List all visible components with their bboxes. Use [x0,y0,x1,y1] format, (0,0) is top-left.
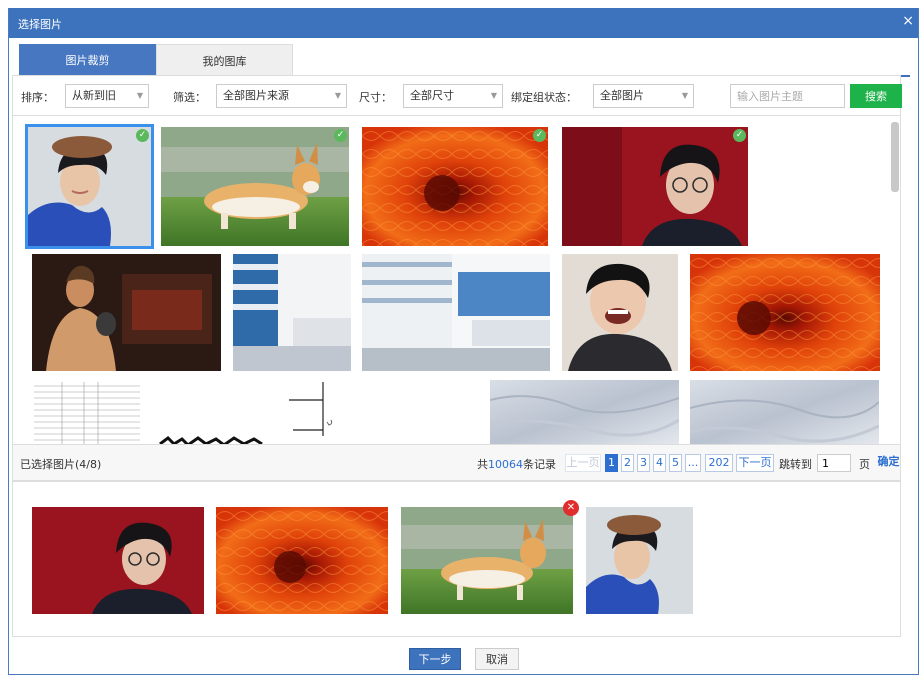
image-corgi [401,507,573,614]
image-line-drawing [285,380,335,444]
selected-image[interactable]: ✕ [401,500,579,614]
search-button[interactable]: 搜索 [850,84,902,108]
gallery-item[interactable] [490,380,679,444]
selected-count: 已选择图片(4/8) [20,458,102,471]
sort-select-value: 从新到旧 [72,89,116,102]
selected-image[interactable] [216,507,388,614]
size-select[interactable]: 全部尺寸 ▼ [403,84,503,108]
tab-bar: 图片裁剪 我的图库 [19,44,910,77]
image-portrait-beret [586,507,693,614]
pagination-bar: 已选择图片(4/8) 共10064条记录 上一页 1 2 3 4 5 ... 2… [12,445,901,481]
page-button[interactable]: 3 [637,454,650,472]
scrollbar-thumb[interactable] [891,122,899,192]
search-input[interactable] [730,84,845,108]
gallery-scrollbar[interactable] [891,122,899,440]
bind-status-label: 绑定组状态： [511,91,577,104]
source-filter-value: 全部图片来源 [223,89,289,102]
selected-images-panel: ✕ [12,481,901,637]
source-filter-select[interactable]: 全部图片来源 ▼ [216,84,347,108]
gallery-item[interactable] [690,254,880,371]
gallery-item[interactable] [158,436,268,444]
chevron-down-icon: ▼ [334,91,341,100]
filter-label: 筛选： [173,91,206,104]
gallery-item[interactable] [32,380,142,444]
image-chrysanthemum [690,254,880,371]
page-button[interactable]: 4 [653,454,666,472]
page-button[interactable]: 5 [669,454,682,472]
selected-image[interactable] [32,507,204,614]
check-icon: ✓ [334,129,347,142]
page-button[interactable]: 1 [605,454,618,472]
gallery-item[interactable]: ✓ [161,127,349,246]
bind-status-value: 全部图片 [600,89,644,102]
jump-label: 跳转到 [779,458,812,471]
next-page-button[interactable]: 下一页 [736,454,774,472]
sort-label: 排序： [21,91,54,104]
cancel-button[interactable]: 取消 [475,648,519,670]
image-portrait-glasses [562,127,748,246]
total-records: 共10064条记录 [477,458,556,471]
check-icon: ✓ [136,129,149,142]
bind-status-select[interactable]: 全部图片 ▼ [593,84,694,108]
check-icon: ✓ [533,129,546,142]
image-building-wide [362,254,550,371]
dialog-titlebar: 选择图片 × [9,8,918,38]
image-laughing-man [562,254,678,371]
page-ellipsis[interactable]: ... [685,454,701,472]
image-corgi [161,127,349,246]
close-icon[interactable]: × [902,13,914,29]
chevron-down-icon: ▼ [490,91,497,100]
gallery-item[interactable]: ✓ [362,127,548,246]
total-count: 10064 [488,458,523,471]
filter-bar: 排序： 从新到旧 ▼ 筛选： 全部图片来源 ▼ 尺寸： 全部尺寸 ▼ 绑定组状态： 全… [12,75,902,115]
prev-page-button[interactable]: 上一页 [565,454,601,472]
size-label: 尺寸： [359,91,392,104]
gallery-item[interactable] [362,254,550,371]
gallery-item[interactable] [285,380,335,444]
image-handwriting [158,436,268,444]
next-step-button[interactable]: 下一步 [409,648,461,670]
image-game-character [32,254,221,371]
page-unit: 页 [859,458,870,471]
tab-image-crop[interactable]: 图片裁剪 [19,44,156,77]
sort-select[interactable]: 从新到旧 ▼ [65,84,149,108]
size-select-value: 全部尺寸 [410,89,454,102]
gallery-item[interactable] [690,380,879,444]
image-marble [490,380,679,444]
image-portrait-glasses [32,507,204,614]
dialog-title: 选择图片 [18,18,62,31]
image-chrysanthemum [216,507,388,614]
gallery-item[interactable] [32,254,221,371]
chevron-down-icon: ▼ [681,91,688,100]
page-button[interactable]: 2 [621,454,634,472]
gallery-item[interactable]: ✓ [562,127,748,246]
page-button-last[interactable]: 202 [705,454,733,472]
image-marble [690,380,879,444]
tab-my-library[interactable]: 我的图库 [156,44,293,77]
check-icon: ✓ [733,129,746,142]
selected-image[interactable] [586,507,693,614]
gallery-item[interactable] [233,254,351,371]
gallery-item[interactable] [562,254,678,371]
jump-confirm-button[interactable]: 确定 [876,454,901,472]
image-chrysanthemum [362,127,548,246]
chevron-down-icon: ▼ [136,91,143,100]
remove-icon[interactable]: ✕ [563,500,579,516]
gallery-item[interactable]: ✓ [25,124,154,249]
image-gallery: ✓ ✓ ✓ ✓ [12,115,901,445]
image-portrait-beret [28,127,151,246]
image-document-table [32,380,142,444]
image-building [233,254,351,371]
jump-page-input[interactable] [817,454,851,472]
